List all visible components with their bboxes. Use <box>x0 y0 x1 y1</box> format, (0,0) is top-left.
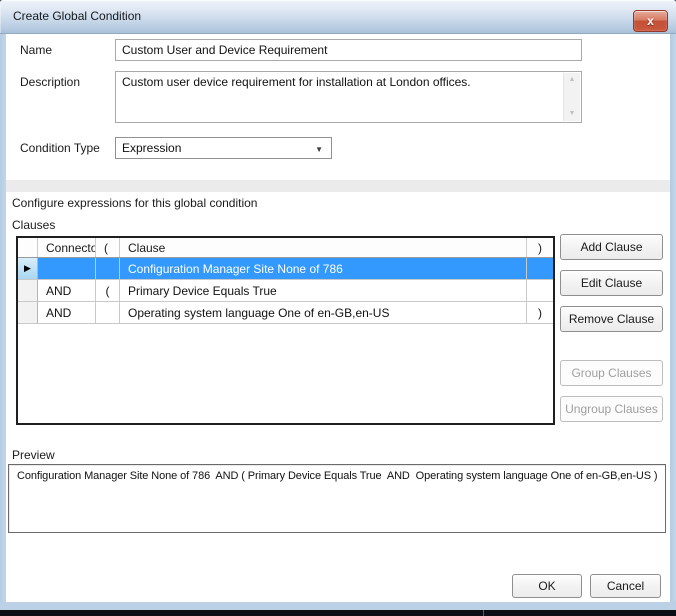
condition-type-select[interactable]: Expression ▼ <box>115 137 332 159</box>
clauses-table[interactable]: Connector ( Clause ) ▶ Configuration Man… <box>16 236 555 425</box>
preview-box: Configuration Manager Site None of 786 A… <box>8 464 666 533</box>
condition-type-label: Condition Type <box>20 141 100 155</box>
close-icon: x <box>647 15 654 27</box>
cell-clause: Operating system language One of en-GB,e… <box>120 302 527 324</box>
ungroup-clauses-button[interactable]: Ungroup Clauses <box>560 396 663 422</box>
expressions-section-label: Configure expressions for this global co… <box>12 196 257 210</box>
close-button[interactable]: x <box>633 10 668 32</box>
clauses-table-header: Connector ( Clause ) <box>18 238 553 258</box>
remove-clause-button[interactable]: Remove Clause <box>560 306 663 332</box>
background-window-strip <box>0 610 676 616</box>
name-label: Name <box>20 43 52 57</box>
name-input[interactable] <box>115 39 582 61</box>
cell-open-paren <box>96 302 120 324</box>
cell-close-paren <box>527 280 553 302</box>
background-window-seam <box>483 610 484 616</box>
header-connector: Connector <box>38 238 96 257</box>
section-separator <box>6 180 670 192</box>
row-selector-cell[interactable]: ▶ <box>18 258 38 280</box>
clauses-label: Clauses <box>12 218 55 232</box>
header-clause: Clause <box>120 238 527 257</box>
scroll-down-icon[interactable]: ▼ <box>564 107 580 121</box>
group-clauses-button[interactable]: Group Clauses <box>560 360 663 386</box>
description-value: Custom user device requirement for insta… <box>122 75 559 89</box>
cell-connector <box>38 258 96 280</box>
cell-close-paren <box>527 258 553 280</box>
preview-value: Configuration Manager Site None of 786 A… <box>17 470 659 482</box>
current-row-arrow-icon: ▶ <box>24 264 31 273</box>
chevron-down-icon: ▼ <box>315 145 323 154</box>
edit-clause-button[interactable]: Edit Clause <box>560 270 663 296</box>
clauses-table-body: ▶ Configuration Manager Site None of 786… <box>18 258 553 324</box>
cell-connector: AND <box>38 302 96 324</box>
description-input[interactable]: Custom user device requirement for insta… <box>115 71 582 123</box>
cell-close-paren: ) <box>527 302 553 324</box>
cell-connector: AND <box>38 280 96 302</box>
header-close-paren: ) <box>527 238 553 257</box>
description-scrollbar[interactable]: ▲ ▼ <box>563 73 580 121</box>
window-frame-bottom <box>0 602 676 610</box>
cancel-button[interactable]: Cancel <box>590 574 661 598</box>
window-title: Create Global Condition <box>13 9 141 23</box>
clause-row[interactable]: AND ( Primary Device Equals True <box>18 280 553 302</box>
add-clause-button[interactable]: Add Clause <box>560 234 663 260</box>
row-selector-cell[interactable] <box>18 280 38 302</box>
title-bar[interactable]: Create Global Condition x <box>0 0 676 34</box>
clause-row[interactable]: ▶ Configuration Manager Site None of 786 <box>18 258 553 280</box>
cell-clause: Primary Device Equals True <box>120 280 527 302</box>
header-row-selector <box>18 238 38 257</box>
cell-open-paren <box>96 258 120 280</box>
condition-type-value: Expression <box>122 141 181 155</box>
preview-label: Preview <box>12 448 55 462</box>
scroll-up-icon[interactable]: ▲ <box>564 73 580 87</box>
clause-row[interactable]: AND Operating system language One of en-… <box>18 302 553 324</box>
header-open-paren: ( <box>96 238 120 257</box>
cell-clause: Configuration Manager Site None of 786 <box>120 258 527 280</box>
window-frame-right <box>670 34 676 610</box>
ok-button[interactable]: OK <box>512 574 582 598</box>
create-global-condition-dialog: Create Global Condition x Name Descripti… <box>0 0 676 616</box>
cell-open-paren: ( <box>96 280 120 302</box>
row-selector-cell[interactable] <box>18 302 38 324</box>
description-label: Description <box>20 75 80 89</box>
